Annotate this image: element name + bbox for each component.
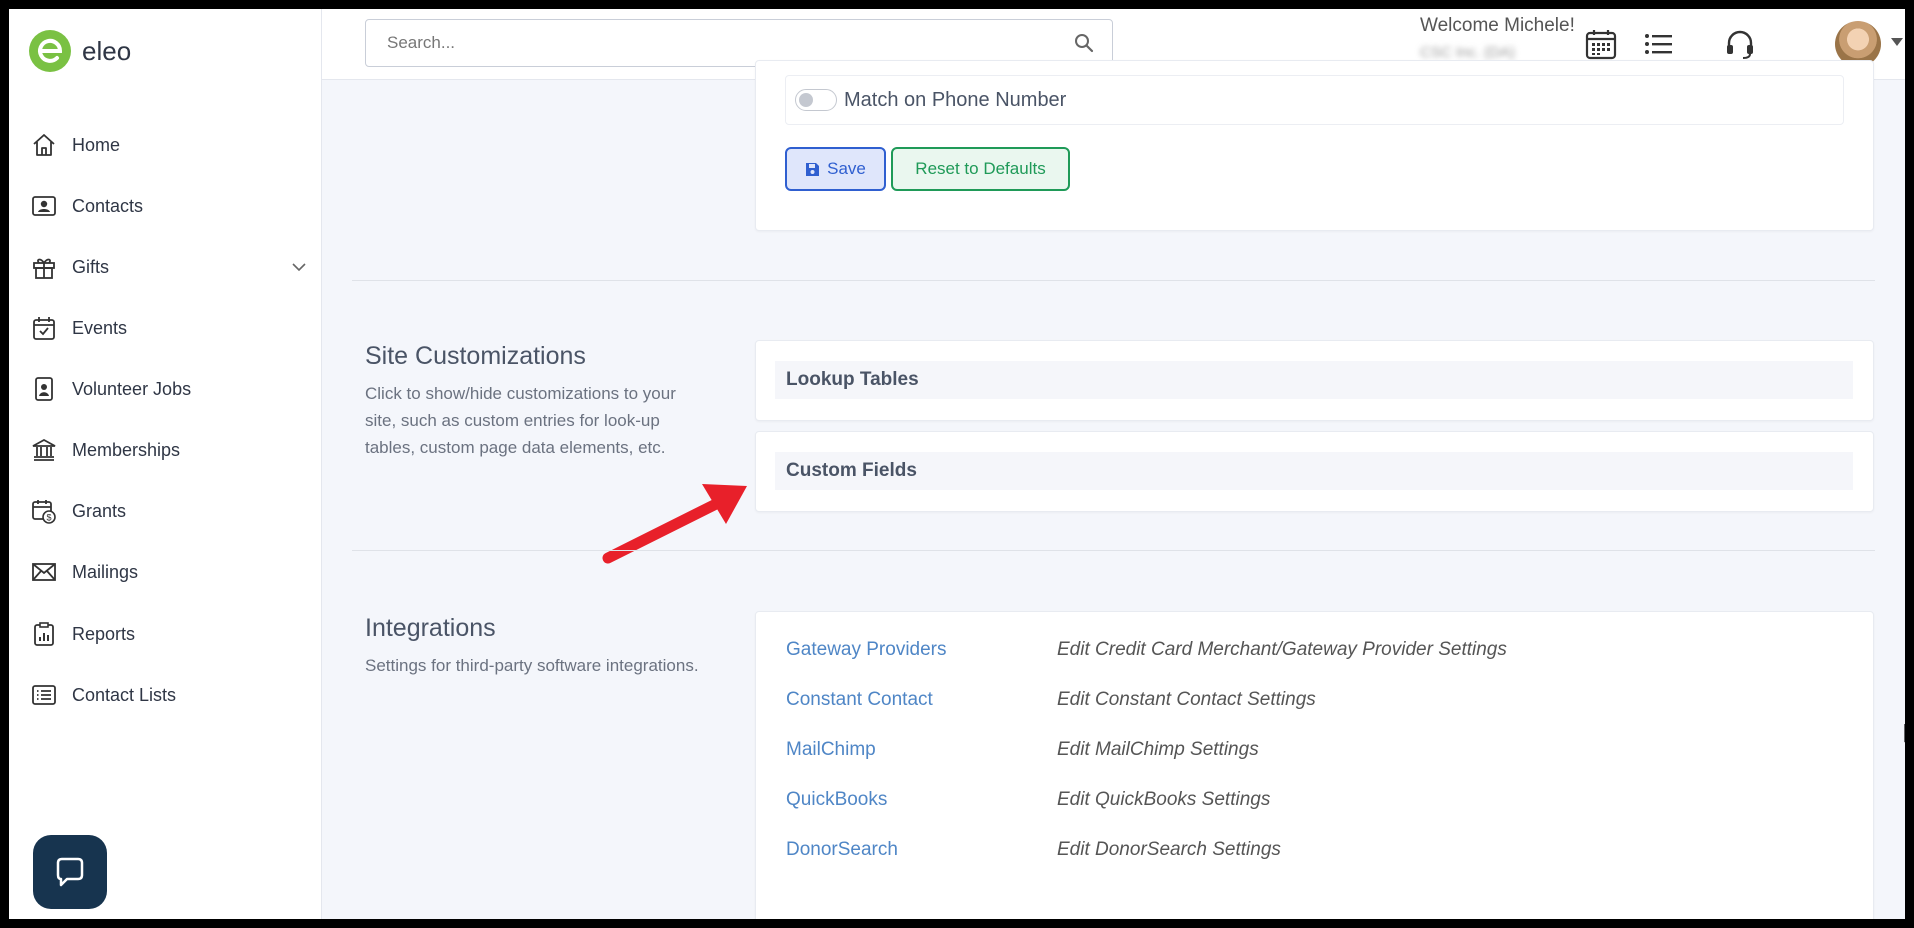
gateway-providers-link[interactable]: Gateway Providers bbox=[786, 639, 947, 661]
eleo-logo-icon bbox=[29, 30, 71, 72]
organization-name: CSC Inc. (DA) bbox=[1420, 44, 1516, 61]
sidebar-item-reports[interactable]: Reports bbox=[29, 612, 309, 656]
floppy-disk-icon bbox=[806, 162, 820, 176]
site-customizations-title: Site Customizations bbox=[365, 342, 586, 370]
custom-fields-card: Custom Fields bbox=[755, 431, 1874, 512]
custom-fields-toggle[interactable]: Custom Fields bbox=[775, 452, 1853, 490]
lookup-tables-label: Lookup Tables bbox=[786, 369, 919, 390]
sidebar-item-events[interactable]: Events bbox=[29, 306, 309, 350]
sidebar-item-label: Memberships bbox=[72, 439, 181, 460]
chat-bubble-icon bbox=[56, 857, 84, 887]
mouse-cursor-icon bbox=[1904, 724, 1905, 743]
sidebar-item-contact-lists[interactable]: Contact Lists bbox=[29, 673, 309, 717]
matching-settings-card: Match on Phone Number Save Reset to Defa… bbox=[755, 60, 1874, 231]
list-icon bbox=[29, 680, 59, 710]
sidebar-item-label: Events bbox=[72, 317, 128, 338]
welcome-message: Welcome Michele! bbox=[1420, 15, 1575, 36]
headset-support-icon[interactable] bbox=[1723, 27, 1757, 61]
lookup-tables-toggle[interactable]: Lookup Tables bbox=[775, 361, 1853, 399]
calendar-check-icon bbox=[29, 313, 59, 343]
save-button[interactable]: Save bbox=[785, 147, 886, 191]
report-icon bbox=[29, 619, 59, 649]
search-input[interactable] bbox=[385, 32, 1049, 54]
integration-description: Edit Credit Card Merchant/Gateway Provid… bbox=[1057, 639, 1507, 660]
integrations-title: Integrations bbox=[365, 614, 496, 642]
mailchimp-link[interactable]: MailChimp bbox=[786, 739, 876, 761]
sidebar-item-home[interactable]: Home bbox=[29, 123, 309, 167]
envelope-icon bbox=[29, 557, 59, 587]
sidebar-item-label: Volunteer Jobs bbox=[72, 378, 192, 399]
grant-calendar-icon: $ bbox=[29, 496, 59, 526]
lookup-tables-card: Lookup Tables bbox=[755, 340, 1874, 421]
calendar-grid-icon[interactable] bbox=[1584, 27, 1618, 61]
section-divider bbox=[352, 550, 1875, 551]
home-icon bbox=[29, 130, 59, 160]
sidebar-item-mailings[interactable]: Mailings bbox=[29, 550, 309, 594]
integration-description: Edit MailChimp Settings bbox=[1057, 739, 1259, 760]
settings-content: Match on Phone Number Save Reset to Defa… bbox=[322, 60, 1905, 919]
phone-match-toggle[interactable] bbox=[795, 89, 837, 111]
section-divider bbox=[352, 280, 1875, 281]
svg-text:$: $ bbox=[46, 513, 51, 523]
sidebar-item-gifts[interactable]: Gifts bbox=[29, 245, 309, 289]
sidebar-item-label: Home bbox=[72, 134, 121, 155]
caret-down-icon[interactable] bbox=[1890, 37, 1904, 47]
app-window: eleo Home Contacts Gifts Events Voluntee… bbox=[9, 9, 1905, 919]
integration-description: Edit Constant Contact Settings bbox=[1057, 689, 1316, 710]
phone-match-row: Match on Phone Number bbox=[785, 75, 1844, 125]
chat-support-button[interactable] bbox=[33, 835, 107, 909]
phone-match-label: Match on Phone Number bbox=[844, 89, 1067, 111]
reset-to-defaults-button[interactable]: Reset to Defaults bbox=[891, 147, 1070, 191]
search-icon[interactable] bbox=[1074, 33, 1094, 53]
sidebar-item-label: Gifts bbox=[72, 256, 110, 277]
contact-card-icon bbox=[29, 191, 59, 221]
sidebar-item-label: Grants bbox=[72, 500, 127, 521]
integration-description: Edit QuickBooks Settings bbox=[1057, 789, 1271, 810]
donorsearch-link[interactable]: DonorSearch bbox=[786, 839, 898, 861]
quickbooks-link[interactable]: QuickBooks bbox=[786, 789, 887, 811]
constant-contact-link[interactable]: Constant Contact bbox=[786, 689, 933, 711]
task-list-icon[interactable] bbox=[1642, 27, 1676, 61]
bank-icon bbox=[29, 435, 59, 465]
chevron-down-icon[interactable] bbox=[289, 257, 309, 277]
sidebar-item-grants[interactable]: $ Grants bbox=[29, 489, 309, 533]
integrations-card: Gateway Providers Edit Credit Card Merch… bbox=[755, 611, 1874, 919]
annotation-arrow bbox=[602, 484, 747, 564]
reset-button-label: Reset to Defaults bbox=[915, 159, 1046, 178]
sidebar-item-label: Contact Lists bbox=[72, 684, 177, 705]
sidebar-item-contacts[interactable]: Contacts bbox=[29, 184, 309, 228]
gift-icon bbox=[29, 252, 59, 282]
logo[interactable]: eleo bbox=[29, 30, 131, 72]
badge-icon bbox=[29, 374, 59, 404]
sidebar: eleo Home Contacts Gifts Events Voluntee… bbox=[9, 9, 322, 919]
sidebar-item-memberships[interactable]: Memberships bbox=[29, 428, 309, 472]
sidebar-item-label: Contacts bbox=[72, 195, 144, 216]
sidebar-item-label: Mailings bbox=[72, 561, 139, 582]
sidebar-item-volunteer-jobs[interactable]: Volunteer Jobs bbox=[29, 367, 309, 411]
integration-description: Edit DonorSearch Settings bbox=[1057, 839, 1281, 860]
sidebar-item-label: Reports bbox=[72, 623, 136, 644]
site-customizations-description: Click to show/hide customizations to you… bbox=[365, 384, 676, 457]
custom-fields-label: Custom Fields bbox=[786, 460, 917, 481]
logo-text: eleo bbox=[82, 35, 132, 66]
save-button-label: Save bbox=[827, 159, 866, 178]
integrations-description: Settings for third-party software integr… bbox=[365, 656, 699, 675]
